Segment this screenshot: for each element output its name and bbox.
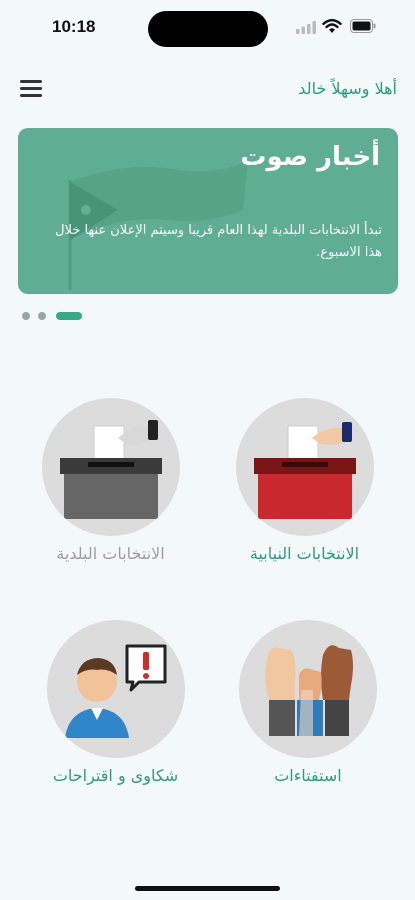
- raised-hands-icon: [239, 620, 377, 758]
- parliamentary-elections-button[interactable]: الانتخابات النيابية: [232, 398, 377, 563]
- dynamic-island: [148, 11, 268, 47]
- page-dot[interactable]: [22, 312, 30, 320]
- status-time: 10:18: [52, 17, 96, 36]
- banner-text: تبدأ الانتخابات البلدية لهذا العام قريبا…: [55, 223, 382, 260]
- page-dot-active[interactable]: [56, 312, 82, 320]
- municipal-elections-button[interactable]: الانتخابات البلدية: [38, 398, 183, 563]
- complaints-suggestions-button[interactable]: شكاوى و اقتراحات: [38, 620, 193, 785]
- page-dot[interactable]: [38, 312, 46, 320]
- status-bar: 10:18: [0, 0, 415, 58]
- banner-title: أخبار صوت: [240, 142, 380, 172]
- parliamentary-elections-label: الانتخابات النيابية: [249, 544, 360, 563]
- red-ballot-box-icon: [235, 398, 374, 536]
- battery-icon: [350, 19, 376, 33]
- jordan-flag-image: [68, 160, 248, 290]
- polls-label: استفتاءات: [274, 766, 342, 785]
- hamburger-menu-icon[interactable]: [20, 80, 42, 100]
- municipal-elections-label: الانتخابات البلدية: [56, 544, 165, 563]
- wifi-icon: [322, 19, 342, 33]
- complaints-suggestions-label: شكاوى و اقتراحات: [52, 766, 179, 785]
- polls-button[interactable]: استفتاءات: [238, 620, 378, 785]
- person-alert-icon: [46, 620, 185, 758]
- home-indicator[interactable]: [135, 886, 280, 891]
- greeting-text: أهلا وسهلاً خالد: [298, 79, 397, 98]
- news-banner[interactable]: أخبار صوت تبدأ الانتخابات البلدية لهذا ا…: [18, 128, 398, 294]
- gray-ballot-box-icon: [41, 398, 180, 536]
- cellular-signal-icon: [296, 21, 316, 34]
